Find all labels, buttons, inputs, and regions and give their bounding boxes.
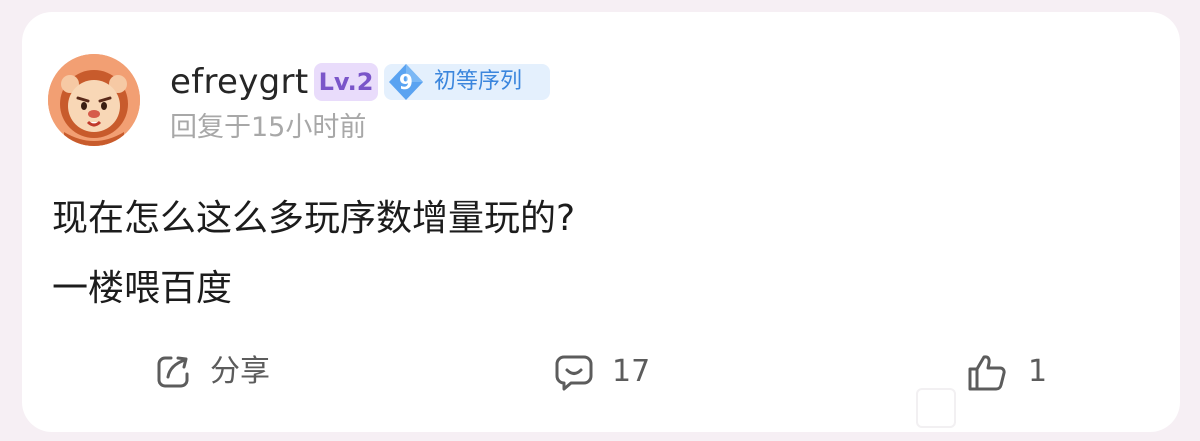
comment-subtext: 一楼喂百度 (52, 268, 233, 309)
share-label: 分享 (210, 354, 270, 389)
comment-icon (555, 355, 593, 391)
rank-badge: 9 初等序列 (384, 64, 550, 100)
like-count: 1 (1028, 354, 1048, 389)
thumbs-up-icon (968, 355, 1006, 391)
rank-number: 9 (399, 70, 413, 94)
comment-button[interactable]: 17 (554, 352, 674, 392)
watermark (916, 388, 956, 428)
level-badge: Lv.2 (314, 63, 378, 101)
comment-text: 现在怎么这么多玩序数增量玩的? (52, 198, 576, 239)
lion-avatar-icon[interactable] (48, 54, 140, 146)
username[interactable]: efreygrt (170, 60, 308, 104)
share-icon (157, 356, 189, 388)
reply-time: 回复于15小时前 (170, 112, 367, 143)
comment-count: 17 (612, 354, 651, 389)
like-button[interactable]: 1 (966, 352, 1056, 392)
rank-title: 初等序列 (434, 69, 523, 94)
share-button[interactable]: 分享 (154, 352, 294, 392)
comment-card: efreygrt Lv.2 9 初等序列 回复于15小时前 现在怎么这么多玩序数… (22, 12, 1180, 432)
